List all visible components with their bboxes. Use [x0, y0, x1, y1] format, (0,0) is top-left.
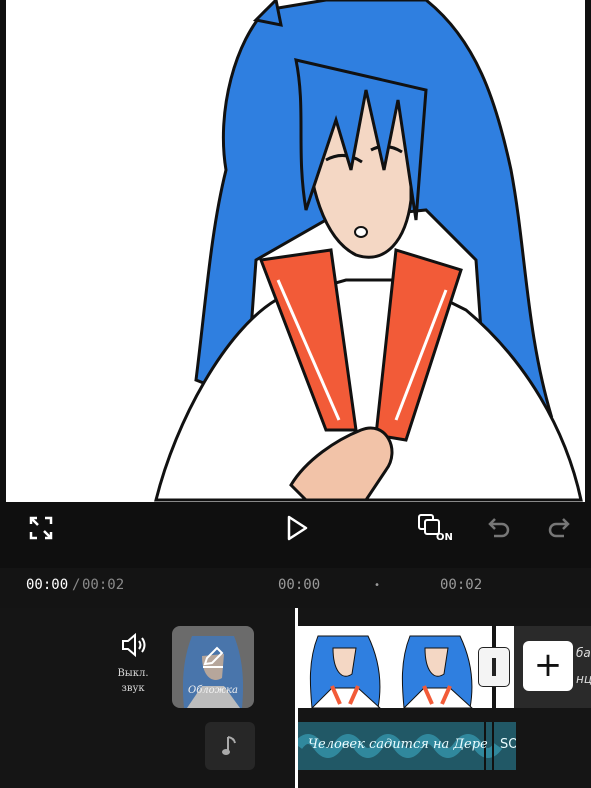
ruler-dot: • [374, 580, 381, 591]
mute-audio-label[interactable]: Выкл. звук [105, 666, 161, 696]
video-frame [6, 0, 585, 502]
speaker-icon[interactable] [120, 632, 148, 658]
next-clip-text-bottom: нц [576, 672, 591, 686]
mute-label-line1: Выкл. [117, 668, 149, 679]
total-time: 00:02 [82, 577, 125, 593]
current-time: 00:00 [26, 577, 69, 593]
next-clip-text-top: ба [576, 646, 591, 660]
anime-girl-illustration [154, 0, 583, 502]
audio-track-label: Человек садится на Дере [308, 737, 488, 752]
ruler-start-time: 00:00 [278, 577, 321, 593]
time-separator: / [72, 577, 81, 593]
video-preview[interactable] [0, 0, 591, 502]
play-button[interactable] [284, 514, 310, 542]
expand-icon[interactable] [28, 515, 54, 541]
playhead[interactable] [295, 608, 298, 788]
clip-thumbnails [309, 635, 473, 708]
ruler-end-time: 00:02 [440, 577, 483, 593]
music-note-icon [222, 736, 236, 755]
audio-track[interactable]: Человек садится на Дере SO [298, 722, 516, 770]
captions-toggle-button[interactable]: ON [416, 512, 456, 546]
captions-on-label: ON [436, 532, 453, 543]
undo-icon[interactable] [486, 514, 512, 540]
mute-label-line2: звук [121, 683, 145, 694]
clip-trim-handle[interactable] [479, 648, 509, 686]
cover-label: Обложка [188, 685, 238, 696]
video-clip[interactable] [298, 626, 492, 708]
pencil-icon [203, 646, 224, 668]
audio-track-label-2: SO [500, 737, 516, 752]
redo-icon[interactable] [546, 514, 572, 540]
time-bar: 00:00 / 00:02 00:00 • 00:02 [0, 568, 591, 608]
plus-icon: + [533, 645, 563, 685]
cover-button[interactable]: Обложка [172, 626, 254, 708]
add-clip-button[interactable]: + [523, 641, 573, 691]
add-music-button[interactable] [205, 722, 255, 770]
player-controls: ON [0, 502, 591, 568]
